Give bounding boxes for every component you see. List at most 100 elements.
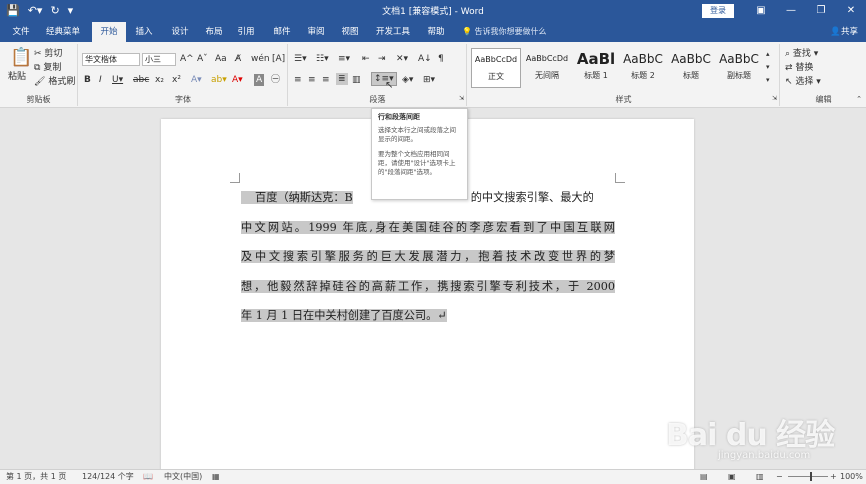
format-painter-button[interactable]: 🖌 格式刷 — [34, 76, 75, 88]
font-name-select[interactable]: 华文楷体 — [82, 53, 140, 66]
language-indicator[interactable]: 中文(中国) — [164, 471, 202, 483]
find-icon: ⌕ — [785, 49, 791, 59]
highlight-icon[interactable]: ab▾ — [211, 74, 227, 86]
text-line-3: 及中文搜索引擎服务的巨大发展潜力，抱着技术改变世界的梦 — [241, 250, 615, 263]
style-no-spacing[interactable]: AaBbCcDd 无间隔 — [522, 48, 572, 88]
zoom-out-icon[interactable]: − — [776, 471, 783, 483]
italic-icon[interactable]: I — [99, 74, 102, 86]
select-button[interactable]: ↖ 选择 ▾ — [785, 76, 821, 88]
change-case-icon[interactable]: Aa — [215, 53, 227, 65]
login-button[interactable]: 登录 — [702, 4, 734, 18]
zoom-level[interactable]: 100% — [840, 471, 863, 483]
word-count[interactable]: 124/124 个字 — [82, 471, 134, 483]
justify-icon[interactable]: ≣ — [336, 73, 348, 85]
shading-icon[interactable]: ◈▾ — [402, 74, 413, 86]
increase-indent-icon[interactable]: ⇥ — [378, 53, 386, 65]
tab-file[interactable]: 文件 — [4, 22, 38, 42]
tell-me-search[interactable]: 💡 告诉我你想要做什么 — [462, 22, 547, 42]
close-icon[interactable]: ✕ — [836, 0, 866, 22]
char-shading-icon[interactable]: A — [254, 74, 265, 86]
scissors-icon: ✂ — [34, 49, 42, 59]
styles-launcher-icon[interactable]: ⇲ — [772, 93, 777, 105]
tab-help[interactable]: 帮助 — [420, 22, 452, 42]
bullets-icon[interactable]: ☰▾ — [294, 53, 307, 65]
text-line-5: 年 1 月 1 日在中关村创建了百度公司。↵ — [241, 309, 447, 322]
grow-font-icon[interactable]: A^ — [180, 53, 194, 65]
document-paragraph[interactable]: 百度（纳斯达克：B 的中文搜索引擎、最大的 中文网站。1999 年底,身在美国硅谷… — [241, 183, 615, 331]
line-spacing-tooltip: 行和段落间距 选择文本行之间或段落之间显示的间距。 要为整个文档应用相同间距，请… — [371, 108, 468, 200]
zoom-slider-thumb[interactable] — [810, 472, 812, 481]
distributed-icon[interactable]: ▥ — [352, 74, 361, 86]
tab-references[interactable]: 引用 — [230, 22, 262, 42]
paste-icon[interactable]: 📋 — [10, 48, 32, 68]
subscript-icon[interactable]: x₂ — [155, 74, 164, 86]
copy-icon: ⧉ — [34, 63, 41, 73]
char-border-icon[interactable]: [A] — [272, 53, 285, 65]
tab-insert[interactable]: 插入 — [128, 22, 160, 42]
mouse-cursor-icon: ↖ — [385, 80, 394, 91]
ribbon-display-icon[interactable]: ▣ — [746, 0, 776, 22]
find-button[interactable]: ⌕ 查找 ▾ — [785, 48, 818, 60]
bold-icon[interactable]: B — [84, 74, 91, 86]
title-bar: 💾 ↶▾ ↻ ▾ 文档1 [兼容模式] - Word 登录 ▣ — ❐ ✕ — [0, 0, 866, 22]
align-center-icon[interactable]: ≡ — [308, 74, 316, 86]
tab-home[interactable]: 开始 — [92, 22, 126, 42]
window-title: 文档1 [兼容模式] - Word — [382, 7, 484, 17]
styles-group: AaBbCcDd 正文 AaBbCcDd 无间隔 AaBl 标题 1 AaBbC… — [468, 44, 780, 106]
style-heading-2[interactable]: AaBbC 标题 2 — [618, 48, 668, 88]
tab-developer[interactable]: 开发工具 — [370, 22, 416, 42]
strikethrough-icon[interactable]: abc — [133, 74, 149, 86]
page-count[interactable]: 第 1 页，共 1 页 — [6, 471, 66, 483]
share-button[interactable]: 👤共享 — [830, 22, 858, 42]
align-right-icon[interactable]: ≡ — [322, 74, 330, 86]
style-subtitle[interactable]: AaBbC 副标题 — [714, 48, 764, 88]
select-icon: ↖ — [785, 77, 793, 87]
sort-icon[interactable]: A↓ — [418, 53, 432, 65]
font-size-select[interactable]: 小三 — [142, 53, 176, 66]
paste-button[interactable]: 粘贴 — [8, 71, 26, 83]
shrink-font-icon[interactable]: Aˇ — [197, 53, 208, 65]
show-marks-icon[interactable]: ¶ — [438, 53, 444, 65]
tab-layout[interactable]: 布局 — [198, 22, 230, 42]
tab-design[interactable]: 设计 — [164, 22, 196, 42]
superscript-icon[interactable]: x² — [172, 74, 181, 86]
style-heading-1[interactable]: AaBl 标题 1 — [571, 48, 621, 88]
borders-icon[interactable]: ⊞▾ — [423, 74, 435, 86]
chinese-layout-icon[interactable]: ✕▾ — [396, 53, 408, 65]
print-layout-icon[interactable]: ▣ — [728, 471, 736, 483]
phonetic-guide-icon[interactable]: wén — [251, 53, 270, 65]
enclose-char-icon[interactable]: ㊀ — [271, 74, 280, 86]
macro-icon[interactable]: ▦ — [212, 471, 220, 483]
paragraph-launcher-icon[interactable]: ⇲ — [459, 93, 464, 105]
replace-button[interactable]: ⇄ 替换 — [785, 62, 813, 74]
minimize-icon[interactable]: — — [776, 0, 806, 22]
clear-format-icon[interactable]: A̸ — [235, 53, 241, 65]
underline-icon[interactable]: U▾ — [112, 74, 123, 86]
tab-mailings[interactable]: 邮件 — [266, 22, 298, 42]
numbering-icon[interactable]: ☷▾ — [316, 53, 329, 65]
zoom-slider[interactable] — [788, 476, 828, 477]
decrease-indent-icon[interactable]: ⇤ — [362, 53, 370, 65]
cut-button[interactable]: ✂ 剪切 — [34, 48, 62, 60]
web-layout-icon[interactable]: ▥ — [756, 471, 764, 483]
restore-icon[interactable]: ❐ — [806, 0, 836, 22]
copy-button[interactable]: ⧉ 复制 — [34, 62, 61, 74]
styles-scroll-icon[interactable]: ▴ ▾ ▾ — [766, 48, 770, 87]
multilevel-list-icon[interactable]: ≡▾ — [338, 53, 350, 65]
style-title[interactable]: AaBbC 标题 — [666, 48, 716, 88]
tooltip-text-1: 选择文本行之间或段落之间显示的间距。 — [378, 126, 456, 143]
font-color-icon[interactable]: A▾ — [232, 74, 243, 86]
tab-view[interactable]: 视图 — [334, 22, 366, 42]
text-effects-icon[interactable]: A▾ — [191, 74, 202, 86]
tab-review[interactable]: 审阅 — [300, 22, 332, 42]
zoom-in-icon[interactable]: + — [830, 471, 837, 483]
collapse-ribbon-icon[interactable]: ⌃ — [856, 93, 862, 105]
font-group-label: 字体 — [175, 95, 191, 104]
read-mode-icon[interactable]: ▤ — [700, 471, 708, 483]
style-normal[interactable]: AaBbCcDd 正文 — [471, 48, 521, 88]
editing-group-label: 编辑 — [815, 95, 832, 104]
tab-classic-menu[interactable]: 经典菜单 — [40, 22, 86, 42]
ribbon: 📋 粘贴 ✂ 剪切 ⧉ 复制 🖌 格式刷 剪贴板 华文楷体 小三 A^ Aˇ A… — [0, 42, 866, 108]
proofing-icon[interactable]: 📖 — [143, 471, 153, 483]
align-left-icon[interactable]: ≡ — [294, 74, 302, 86]
